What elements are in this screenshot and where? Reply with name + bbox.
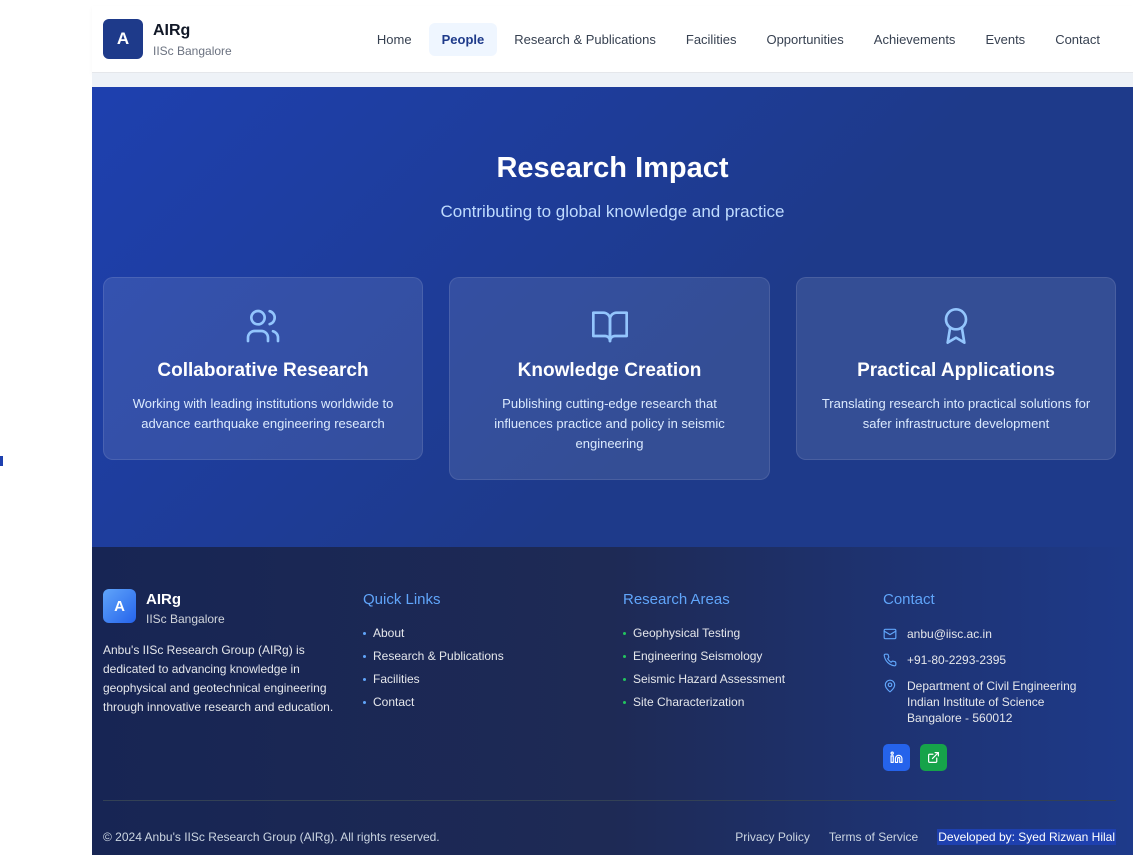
section-subtitle: Contributing to global knowledge and pra…	[440, 202, 785, 221]
area-label: Geophysical Testing	[633, 626, 741, 640]
section-title: Research Impact	[496, 152, 729, 184]
external-link-button[interactable]	[920, 744, 947, 771]
copyright-text: © 2024 Anbu's IISc Research Group (AIRg)…	[103, 830, 440, 844]
footer-bottom-links: Privacy Policy Terms of Service Develope…	[735, 829, 1116, 845]
footer-description: Anbu's IISc Research Group (AIRg) is ded…	[103, 643, 334, 714]
site-footer: A AIRg IISc Bangalore Anbu's IISc Resear…	[92, 547, 1133, 855]
bullet-icon	[623, 701, 626, 704]
email-text: anbu@iisc.ac.in	[907, 627, 992, 641]
brand-name[interactable]: AIRg	[153, 22, 190, 40]
logo[interactable]: A	[103, 19, 143, 59]
impact-card-practical: Practical Applications Translating resea…	[796, 277, 1116, 460]
brand-subtitle: IISc Bangalore	[153, 44, 232, 58]
nav-opportunities[interactable]: Opportunities	[753, 23, 856, 56]
bullet-icon	[363, 632, 366, 635]
address-text: Department of Civil Engineering Indian I…	[907, 678, 1076, 726]
phone-text: +91-80-2293-2395	[907, 653, 1007, 667]
bullet-icon	[363, 655, 366, 658]
nav-people[interactable]: People	[428, 23, 498, 56]
header-gap	[92, 73, 1133, 87]
contact-address: Department of Civil Engineering Indian I…	[883, 678, 1076, 726]
contact-email[interactable]: anbu@iisc.ac.in	[883, 626, 1076, 642]
contact-phone[interactable]: +91-80-2293-2395	[883, 652, 1076, 668]
link-label: Facilities	[373, 672, 420, 686]
link-label: About	[373, 626, 405, 640]
address-line: Indian Institute of Science	[907, 695, 1045, 709]
quick-link-about[interactable]: About	[363, 627, 504, 640]
bullet-icon	[623, 678, 626, 681]
bullet-icon	[363, 678, 366, 681]
terms-of-service-link[interactable]: Terms of Service	[829, 830, 918, 844]
main-nav: Home People Research & Publications Faci…	[364, 23, 1113, 56]
area-label: Engineering Seismology	[633, 649, 763, 663]
area-label: Seismic Hazard Assessment	[633, 672, 786, 686]
linkedin-icon	[890, 751, 903, 763]
research-area-item[interactable]: Engineering Seismology	[623, 650, 785, 663]
bullet-icon	[623, 655, 626, 658]
mail-icon	[883, 627, 897, 641]
impact-card-knowledge: Knowledge Creation Publishing cutting-ed…	[449, 277, 770, 480]
area-label: Site Characterization	[633, 695, 745, 709]
research-impact-section: Research Impact Contributing to global k…	[92, 87, 1133, 547]
bullet-icon	[363, 701, 366, 704]
card-title: Practical Applications	[857, 360, 1055, 381]
card-description: Translating research into practical solu…	[821, 396, 1091, 431]
research-areas-list: Geophysical Testing Engineering Seismolo…	[623, 627, 785, 709]
quick-links-column: Quick Links About Research & Publication…	[363, 591, 504, 719]
linkedin-button[interactable]	[883, 744, 910, 771]
card-description: Publishing cutting-edge research that in…	[494, 396, 725, 451]
address-line: Bangalore - 560012	[907, 711, 1013, 725]
book-open-icon	[590, 306, 630, 346]
external-link-icon	[928, 752, 939, 763]
social-links	[883, 744, 1076, 771]
quick-links-list: About Research & Publications Facilities…	[363, 627, 504, 709]
award-icon	[936, 306, 976, 346]
map-pin-icon	[883, 679, 897, 693]
edge-marker	[0, 456, 3, 466]
card-title: Collaborative Research	[157, 360, 369, 381]
research-areas-column: Research Areas Geophysical Testing Engin…	[623, 591, 785, 719]
footer-divider	[103, 800, 1116, 801]
nav-contact[interactable]: Contact	[1042, 23, 1113, 56]
contact-column: Contact anbu@iisc.ac.in +91-80-2293-2395	[883, 591, 1076, 771]
contact-details: anbu@iisc.ac.in +91-80-2293-2395 Departm…	[883, 626, 1076, 771]
footer-brand-subtitle: IISc Bangalore	[146, 612, 225, 626]
bullet-icon	[623, 632, 626, 635]
card-title: Knowledge Creation	[517, 360, 702, 381]
impact-card-collaborative: Collaborative Research Working with lead…	[103, 277, 423, 460]
quick-link-facilities[interactable]: Facilities	[363, 673, 504, 686]
quick-link-research[interactable]: Research & Publications	[363, 650, 504, 663]
research-area-item[interactable]: Site Characterization	[623, 696, 785, 709]
contact-heading: Contact	[883, 591, 935, 608]
address-line: Department of Civil Engineering	[907, 679, 1077, 693]
nav-facilities[interactable]: Facilities	[673, 23, 750, 56]
research-areas-heading: Research Areas	[623, 591, 730, 608]
phone-icon	[883, 653, 897, 667]
page: A AIRg IISc Bangalore Home People Resear…	[0, 0, 1133, 855]
nav-research-publications[interactable]: Research & Publications	[501, 23, 669, 56]
quick-links-heading: Quick Links	[363, 591, 441, 608]
quick-link-contact[interactable]: Contact	[363, 696, 504, 709]
link-label: Research & Publications	[373, 649, 504, 663]
site-header: A AIRg IISc Bangalore Home People Resear…	[92, 6, 1133, 73]
nav-achievements[interactable]: Achievements	[861, 23, 969, 56]
nav-events[interactable]: Events	[972, 23, 1038, 56]
nav-home[interactable]: Home	[364, 23, 425, 56]
card-description: Working with leading institutions worldw…	[132, 396, 394, 431]
users-icon	[243, 306, 283, 346]
developer-credit: Developed by: Syed Rizwan Hilal	[937, 829, 1116, 845]
link-label: Contact	[373, 695, 415, 709]
footer-logo[interactable]: A	[103, 589, 136, 623]
research-area-item[interactable]: Seismic Hazard Assessment	[623, 673, 785, 686]
footer-brand-name: AIRg	[146, 591, 181, 608]
privacy-policy-link[interactable]: Privacy Policy	[735, 830, 810, 844]
research-area-item[interactable]: Geophysical Testing	[623, 627, 785, 640]
